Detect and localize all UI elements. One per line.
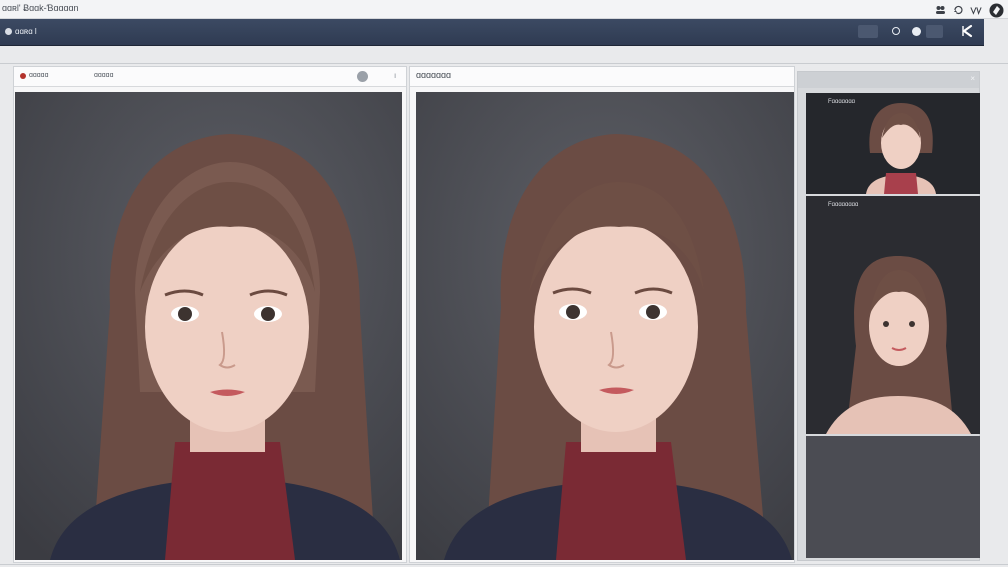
bottom-separator	[0, 564, 1008, 565]
variation-thumbnail-2[interactable]: Fɑɑɑɑɑɑɑɑ	[806, 196, 980, 434]
separator	[0, 63, 1008, 64]
portrait-image-enhanced	[416, 92, 794, 560]
title-bar-icons	[934, 2, 1004, 18]
toolbar-option-button[interactable]	[858, 25, 878, 38]
left-panel-handle[interactable]: ı	[394, 71, 396, 80]
toolbar-status-icon	[5, 28, 12, 35]
info-icon[interactable]	[357, 71, 368, 82]
left-panel-header: ɑɑɑɑɑ ɑɑɑɑɑ ı	[14, 67, 406, 87]
right-panel-title: ɑɑɑɑɑɑɑ	[416, 70, 452, 80]
right-panel-header: ɑɑɑɑɑɑɑ	[410, 67, 794, 87]
radio-on-icon[interactable]	[912, 27, 921, 36]
users-icon[interactable]	[934, 4, 946, 16]
left-panel-title: ɑɑɑɑɑ	[29, 72, 49, 79]
right-image-panel: ɑɑɑɑɑɑɑ	[409, 66, 795, 563]
record-icon[interactable]	[20, 73, 26, 79]
variation-thumbnail-1[interactable]: Fɑɑɑɑɑɑɑ	[806, 93, 980, 194]
toolbar: ɑɑʀɑ l	[0, 19, 984, 46]
left-panel-subtitle: ɑɑɑɑɑ	[94, 72, 114, 79]
radio-off-icon[interactable]	[892, 27, 900, 35]
portrait-image-original	[15, 92, 402, 560]
collapse-icon[interactable]	[958, 22, 976, 40]
toolbar-label: ɑɑʀɑ l	[15, 27, 37, 36]
title-bar: ɑɑʀl' Ƀɑɑk-Ɓɑɑɑɑn	[0, 0, 1008, 19]
settings-icon[interactable]	[970, 4, 982, 16]
variations-side-panel: × Fɑɑɑɑɑɑɑ Fɑɑɑɑɑɑɑɑ	[797, 71, 980, 561]
left-image-panel: ɑɑɑɑɑ ɑɑɑɑɑ ı	[13, 66, 407, 563]
refresh-icon[interactable]	[952, 4, 964, 16]
user-avatar-icon[interactable]	[988, 2, 1004, 18]
close-icon[interactable]: ×	[970, 74, 975, 83]
variation-thumbnail-empty[interactable]	[806, 436, 980, 558]
toolbar-mode-button[interactable]	[926, 25, 943, 38]
window-title: ɑɑʀl' Ƀɑɑk-Ɓɑɑɑɑn	[2, 3, 79, 13]
side-panel-header: ×	[798, 72, 979, 88]
